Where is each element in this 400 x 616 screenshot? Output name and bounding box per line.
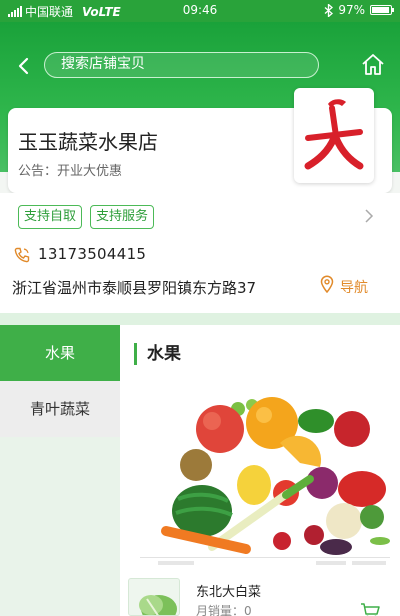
fruit-basket-illustration bbox=[161, 397, 390, 555]
tag-self-pickup: 支持自取 bbox=[18, 205, 83, 229]
category-leafy-vegetables[interactable]: 青叶蔬菜 bbox=[0, 381, 120, 437]
store-phone[interactable]: 13173504415 bbox=[38, 245, 146, 263]
category-sidebar: 水果 青叶蔬菜 bbox=[0, 325, 120, 616]
divider bbox=[0, 313, 400, 325]
status-right: 97% bbox=[324, 3, 394, 17]
status-bar: 中国联通 VoLTE 09:46 97% bbox=[0, 0, 400, 22]
battery-percent: 97% bbox=[338, 3, 365, 17]
product-sales: 月销量：0 bbox=[196, 604, 252, 616]
store-logo-mark bbox=[304, 99, 364, 170]
store-logo bbox=[294, 88, 374, 183]
tag-service: 支持服务 bbox=[90, 205, 155, 229]
search-input[interactable]: 搜索店铺宝贝 bbox=[44, 52, 319, 78]
navigate-button[interactable]: 导航 bbox=[340, 277, 368, 297]
image-watermark bbox=[140, 557, 390, 569]
store-notice: 公告：开业大优惠 bbox=[18, 164, 123, 179]
phone-icon[interactable] bbox=[14, 247, 30, 263]
cart-icon[interactable] bbox=[360, 603, 380, 616]
store-name: 玉玉蔬菜水果店 bbox=[18, 130, 158, 154]
battery-icon bbox=[370, 5, 394, 15]
home-icon[interactable] bbox=[360, 52, 386, 78]
category-banner-image bbox=[136, 381, 390, 571]
chevron-right-icon[interactable] bbox=[364, 209, 374, 223]
category-fruit[interactable]: 水果 bbox=[0, 325, 120, 381]
chevron-left-icon[interactable] bbox=[14, 56, 34, 76]
product-name[interactable]: 东北大白菜 bbox=[196, 581, 261, 600]
battery-fill bbox=[372, 7, 389, 13]
store-address: 浙江省温州市泰顺县罗阳镇东方路37 bbox=[12, 279, 257, 297]
bluetooth-icon bbox=[324, 3, 334, 17]
product-list: 水果 东北大白菜 月销量：0 bbox=[120, 325, 400, 616]
location-pin-icon[interactable] bbox=[320, 275, 334, 293]
store-info: 支持自取 支持服务 13173504415 浙江省温州市泰顺县罗阳镇东方路37 … bbox=[0, 193, 400, 313]
product-thumbnail[interactable] bbox=[128, 578, 180, 616]
section-title: 水果 bbox=[134, 343, 181, 365]
